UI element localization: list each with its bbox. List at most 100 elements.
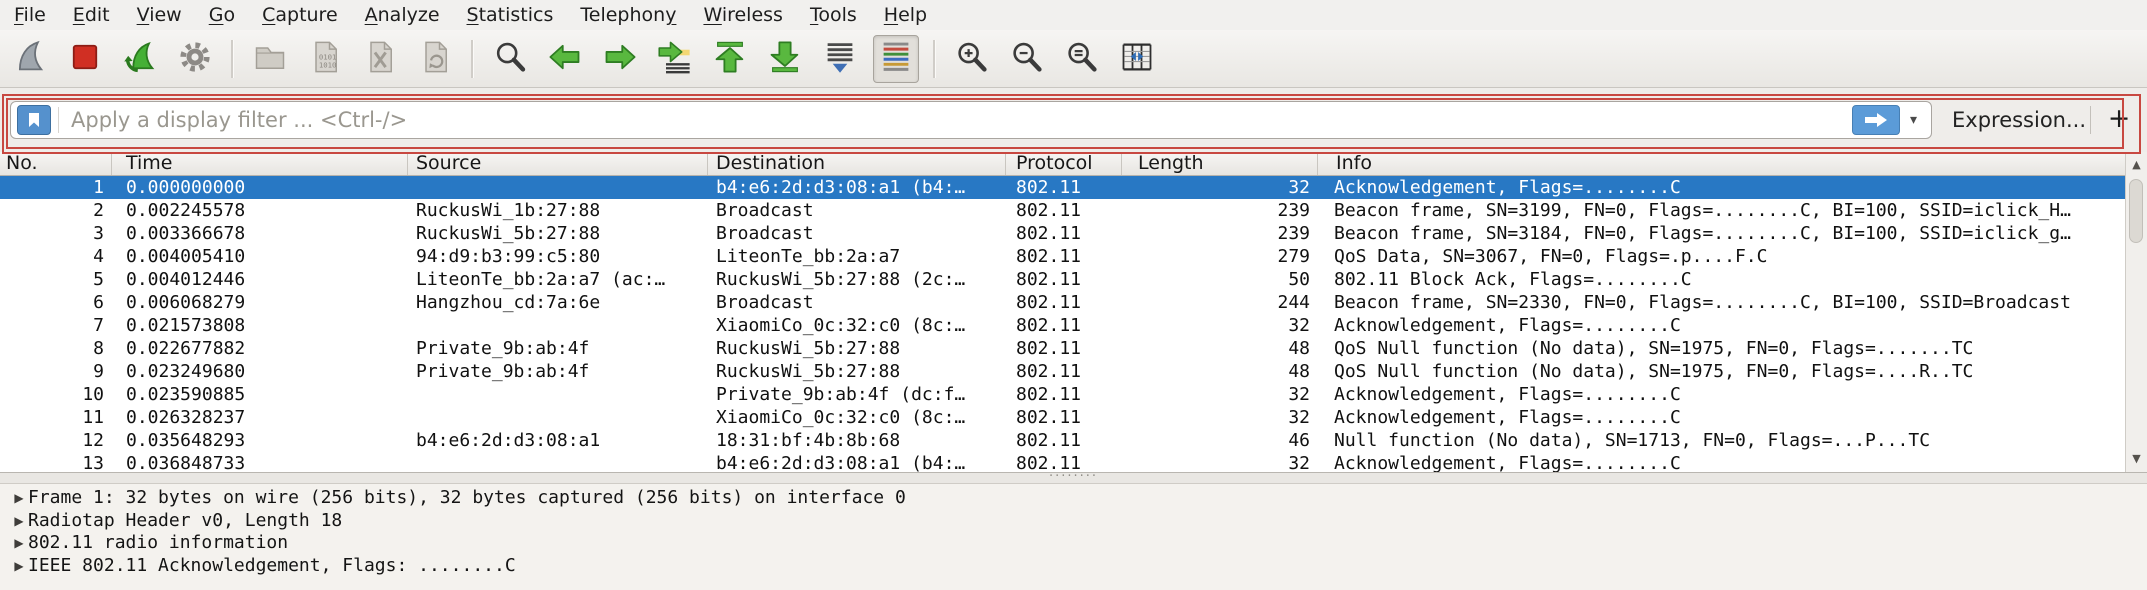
display-filter-field[interactable]: ▾ [10,101,1932,139]
cell-source [408,176,708,199]
menu-item-capture[interactable]: Capture [262,4,338,26]
detail-line-4[interactable]: ▶IEEE 802.11 Acknowledgement, Flags: ...… [0,555,2147,578]
cell-no: 10 [0,383,112,406]
zoom-out-button[interactable] [1005,36,1049,82]
column-header-no[interactable]: No. [0,152,112,175]
column-header-len[interactable]: Length [1122,152,1318,175]
detail-line-2[interactable]: ▶Radiotap Header v0, Length 18 [0,510,2147,533]
scrollbar-thumb[interactable] [2129,179,2143,243]
cell-source: Hangzhou_cd:7a:6e [408,291,708,314]
cell-no: 13 [0,452,112,472]
packet-list-scrollbar[interactable]: ▲ ▼ [2125,152,2147,472]
find-packet-button[interactable] [488,36,532,82]
colorize-packets-button[interactable] [873,35,919,83]
detail-line-1[interactable]: ▶Frame 1: 32 bytes on wire (256 bits), 3… [0,487,2147,510]
go-forward-button[interactable] [598,36,642,82]
packet-row-3[interactable]: 30.003366678RuckusWi_5b:27:88Broadcast80… [0,222,2125,245]
packet-row-11[interactable]: 110.026328237XiaomiCo_0c:32:c0 (8c:…802.… [0,406,2125,429]
packet-row-1[interactable]: 10.000000000b4:e6:2d:d3:08:a1 (b4:…802.1… [0,176,2125,199]
magnifier-plus-icon [954,39,990,79]
display-filter-input[interactable] [59,107,1848,133]
gear-icon [177,39,213,79]
restart-capture-button[interactable] [118,36,162,82]
go-to-packet-button[interactable] [653,36,697,82]
zoom-in-button[interactable] [950,36,994,82]
zoom-reset-button[interactable] [1060,36,1104,82]
toolbar-separator [231,40,234,78]
menu-item-file[interactable]: File [14,4,46,26]
save-capture-file-button: 01011010 [303,36,347,82]
detail-line-3[interactable]: ▶802.11 radio information [0,532,2147,555]
go-back-button[interactable] [543,36,587,82]
menu-item-help[interactable]: Help [884,4,927,26]
cell-length: 244 [1122,291,1318,314]
go-to-first-packet-button[interactable] [708,36,752,82]
cell-info: Null function (No data), SN=1713, FN=0, … [1318,429,2125,452]
magnifier-equal-icon [1064,39,1100,79]
cell-destination: b4:e6:2d:d3:08:a1 (b4:… [708,452,1006,472]
stop-capture-button[interactable] [63,36,107,82]
packet-details-pane: ▶Frame 1: 32 bytes on wire (256 bits), 3… [0,484,2147,590]
menu-item-go[interactable]: Go [209,4,235,26]
svg-text:1010: 1010 [319,60,337,69]
pane-splitter[interactable] [0,472,2147,484]
cell-source: RuckusWi_1b:27:88 [408,199,708,222]
menu-item-statistics[interactable]: Statistics [467,4,554,26]
column-header-time[interactable]: Time [112,152,408,175]
cell-source [408,406,708,429]
cell-destination: XiaomiCo_0c:32:c0 (8c:… [708,314,1006,337]
column-header-dst[interactable]: Destination [708,152,1006,175]
expander-icon[interactable]: ▶ [10,510,28,533]
cell-info: 802.11 Block Ack, Flags=........C [1318,268,2125,291]
scrollbar-up-icon[interactable]: ▲ [2126,154,2147,176]
menu-item-wireless[interactable]: Wireless [703,4,783,26]
column-header-info[interactable]: Info [1318,152,2125,175]
column-header-proto[interactable]: Protocol [1006,152,1122,175]
cell-destination: RuckusWi_5b:27:88 [708,337,1006,360]
menu-item-tools[interactable]: Tools [810,4,857,26]
packet-row-12[interactable]: 120.035648293b4:e6:2d:d3:08:a118:31:bf:4… [0,429,2125,452]
expression-button[interactable]: Expression... [1952,101,2086,139]
packet-row-8[interactable]: 80.022677882Private_9b:ab:4fRuckusWi_5b:… [0,337,2125,360]
cell-protocol: 802.11 [1006,383,1122,406]
packet-row-5[interactable]: 50.004012446LiteonTe_bb:2a:a7 (ac:…Rucku… [0,268,2125,291]
add-filter-button[interactable]: + [2102,101,2136,139]
capture-options-button[interactable] [173,36,217,82]
cell-no: 4 [0,245,112,268]
go-to-last-packet-button[interactable] [763,36,807,82]
resize-columns-button[interactable] [1115,36,1159,82]
scrollbar-down-icon[interactable]: ▼ [2126,448,2147,470]
apply-filter-button[interactable] [1852,105,1900,135]
packet-row-9[interactable]: 90.023249680Private_9b:ab:4fRuckusWi_5b:… [0,360,2125,383]
packet-row-10[interactable]: 100.023590885Private_9b:ab:4f (dc:f…802.… [0,383,2125,406]
cell-destination: Broadcast [708,222,1006,245]
packet-row-2[interactable]: 20.002245578RuckusWi_1b:27:88Broadcast80… [0,199,2125,222]
detail-line-text: IEEE 802.11 Acknowledgement, Flags: ....… [28,555,516,578]
cell-source [408,314,708,337]
cell-destination: LiteonTe_bb:2a:a7 [708,245,1006,268]
cell-length: 32 [1122,176,1318,199]
menu-item-telephony[interactable]: Telephony [580,4,676,26]
packet-row-4[interactable]: 40.00400541094:d9:b3:99:c5:80LiteonTe_bb… [0,245,2125,268]
column-header-src[interactable]: Source [408,152,708,175]
packet-row-7[interactable]: 70.021573808XiaomiCo_0c:32:c0 (8c:…802.1… [0,314,2125,337]
splitter-grip-icon[interactable] [1034,473,1114,481]
menu-item-edit[interactable]: Edit [73,4,110,26]
expander-icon[interactable]: ▶ [10,532,28,555]
toolbar-separator [933,40,936,78]
packet-row-6[interactable]: 60.006068279Hangzhou_cd:7a:6eBroadcast80… [0,291,2125,314]
menu-item-view[interactable]: View [137,4,182,26]
expander-icon[interactable]: ▶ [10,555,28,578]
cell-protocol: 802.11 [1006,360,1122,383]
file-binary-icon: 01011010 [307,39,343,79]
magnifier-minus-icon [1009,39,1045,79]
cell-source: RuckusWi_5b:27:88 [408,222,708,245]
auto-scroll-button[interactable] [818,36,862,82]
expander-icon[interactable]: ▶ [10,487,28,510]
filter-dropdown-caret-icon[interactable]: ▾ [1910,112,1917,128]
menu-item-analyze[interactable]: Analyze [365,4,440,26]
cell-info: Acknowledgement, Flags=........C [1318,176,2125,199]
cell-destination: XiaomiCo_0c:32:c0 (8c:… [708,406,1006,429]
filter-bookmark-icon[interactable] [17,105,51,135]
cell-destination: RuckusWi_5b:27:88 (2c:… [708,268,1006,291]
